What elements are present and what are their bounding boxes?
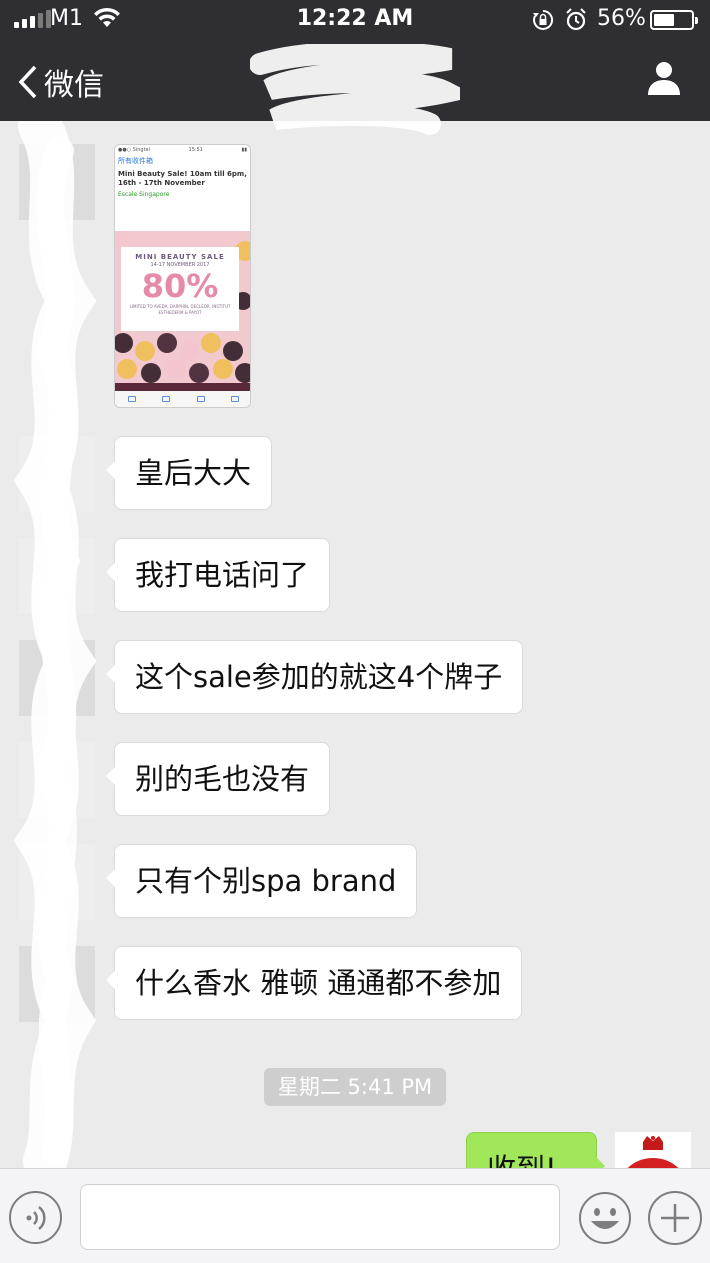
timestamp: 星期二 5:41 PM <box>264 1068 446 1106</box>
person-icon <box>648 62 680 95</box>
input-bar <box>0 1168 710 1263</box>
email-toolbar <box>115 391 250 407</box>
my-message-bubble[interactable]: 收到! <box>466 1132 605 1168</box>
email-header: ●●○ Singtel 15:51 ▮▮ 所有收件箱 Mini Beauty Sal… <box>115 145 250 231</box>
emoji-icon <box>579 1192 631 1244</box>
contact-avatar[interactable] <box>19 436 95 512</box>
message-bubble[interactable]: 什么香水 雅顿 通通都不参加 <box>105 946 523 1020</box>
message-bubble[interactable]: 我打电话问了 <box>105 538 331 612</box>
sale-card: MINI BEAUTY SALE 14-17 NOVEMBER 2017 80%… <box>121 247 239 331</box>
battery-percent: 56% <box>597 6 646 31</box>
back-label: 微信 <box>44 68 104 103</box>
image-message[interactable]: ●●○ Singtel 15:51 ▮▮ 所有收件箱 Mini Beauty Sal… <box>114 144 251 408</box>
sale-banner: MINI BEAUTY SALE 14-17 NOVEMBER 2017 80%… <box>115 231 250 393</box>
contact-avatar[interactable] <box>19 640 95 716</box>
message-bubble[interactable]: 皇后大大 <box>105 436 273 510</box>
battery-icon <box>650 10 698 30</box>
more-button[interactable] <box>648 1191 702 1245</box>
message-bubble[interactable]: 这个sale参加的就这4个牌子 <box>105 640 524 714</box>
profile-button[interactable] <box>646 60 682 100</box>
my-avatar[interactable] <box>615 1132 691 1168</box>
back-button[interactable]: 微信 <box>18 60 104 104</box>
plus-icon <box>661 1204 689 1232</box>
message-bubble[interactable]: 别的毛也没有 <box>105 742 331 816</box>
chevron-left-icon <box>18 65 37 99</box>
contact-avatar[interactable] <box>19 844 95 920</box>
top-bar: M1 12:22 AM 56% 微信 <box>0 0 710 135</box>
email-subject: Mini Beauty Sale! 10am till 6pm, 16th - … <box>118 170 247 187</box>
contact-avatar[interactable] <box>19 538 95 614</box>
chat-area[interactable]: ●●○ Singtel 15:51 ▮▮ 所有收件箱 Mini Beauty Sal… <box>0 121 710 1168</box>
alarm-icon <box>566 8 586 31</box>
rotation-lock-icon <box>533 9 554 30</box>
message-input[interactable] <box>80 1184 560 1250</box>
email-sender: Escale Singapore <box>118 191 170 198</box>
sale-discount: 80% <box>141 267 219 305</box>
sale-title: MINI BEAUTY SALE <box>135 253 225 261</box>
emoji-button[interactable] <box>578 1191 632 1245</box>
message-bubble[interactable]: 只有个别spa brand <box>105 844 418 918</box>
contact-avatar[interactable] <box>19 144 95 220</box>
sale-note: LIMITED TO AVEDA, DARPHIN, DECLEOR, INST… <box>129 304 231 315</box>
voice-icon <box>26 1206 46 1230</box>
email-status-row: ●●○ Singtel 15:51 ▮▮ <box>118 147 247 153</box>
status-bar: M1 12:22 AM 56% <box>0 0 710 40</box>
email-folder: 所有收件箱 <box>118 157 153 165</box>
contact-avatar[interactable] <box>19 946 95 1022</box>
crown-avatar-icon <box>627 1136 679 1168</box>
voice-button[interactable] <box>9 1191 62 1244</box>
nav-bar: 微信 <box>0 40 710 135</box>
contact-avatar[interactable] <box>19 742 95 818</box>
